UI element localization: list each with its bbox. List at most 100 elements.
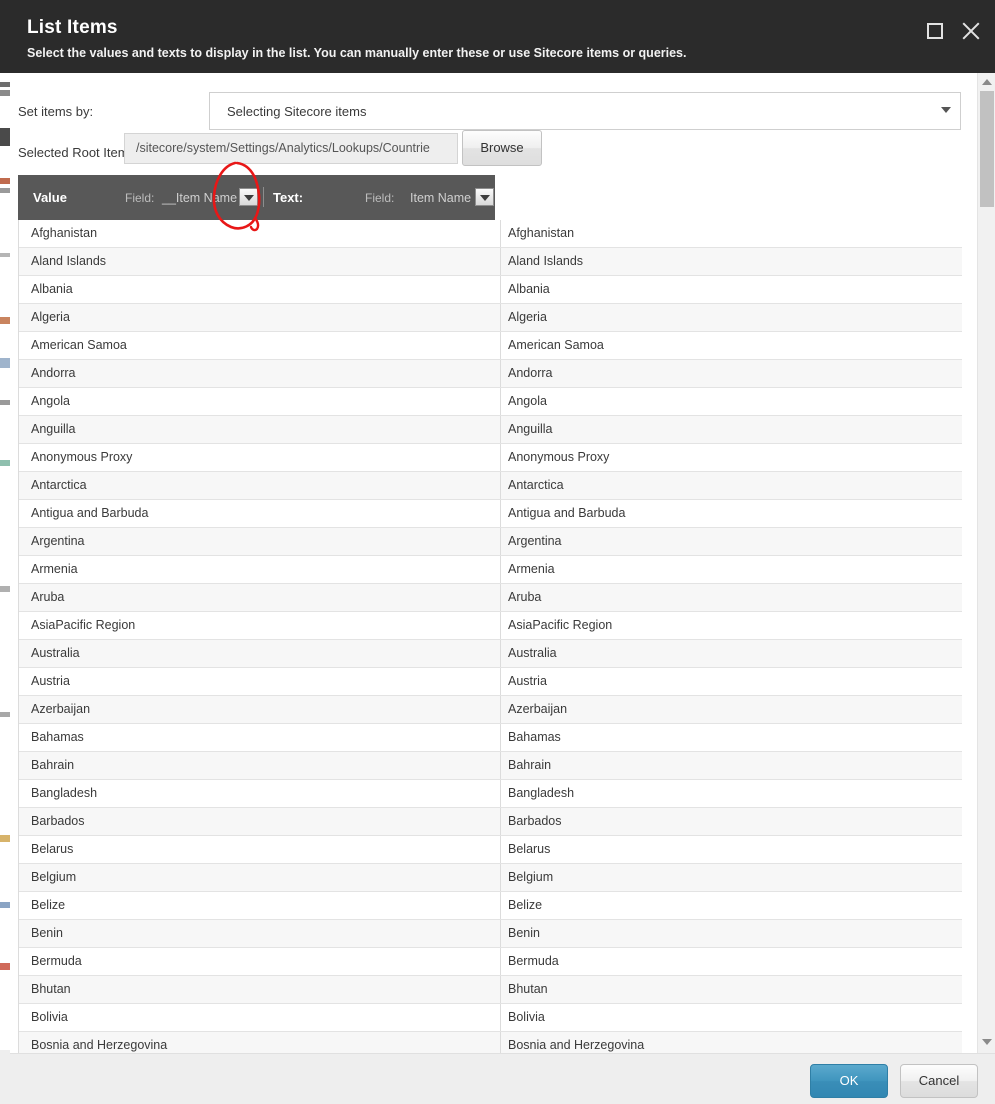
- table-row[interactable]: Algeria Algeria: [19, 304, 962, 332]
- dialog-subtitle: Select the values and texts to display i…: [27, 46, 687, 60]
- table-row[interactable]: Bermuda Bermuda: [19, 948, 962, 976]
- scroll-up-arrow-icon[interactable]: [982, 79, 992, 85]
- table-row[interactable]: Bolivia Bolivia: [19, 1004, 962, 1032]
- cell-text: AsiaPacific Region: [508, 618, 613, 632]
- table-row[interactable]: Argentina Argentina: [19, 528, 962, 556]
- cell-text: Benin: [508, 926, 540, 940]
- table-row[interactable]: Aruba Aruba: [19, 584, 962, 612]
- dialog-footer: OK Cancel: [10, 1053, 995, 1104]
- table-row[interactable]: Benin Benin: [19, 920, 962, 948]
- table-row[interactable]: Bhutan Bhutan: [19, 976, 962, 1004]
- cell-text: Austria: [508, 674, 547, 688]
- maximize-icon[interactable]: [922, 18, 948, 44]
- cell-value: AsiaPacific Region: [31, 618, 136, 632]
- column-divider: [500, 948, 501, 975]
- cell-text: Anguilla: [508, 422, 553, 436]
- table-row[interactable]: Belgium Belgium: [19, 864, 962, 892]
- table-row[interactable]: Anonymous Proxy Anonymous Proxy: [19, 444, 962, 472]
- scrollbar-thumb[interactable]: [980, 91, 994, 207]
- column-divider: [500, 556, 501, 583]
- table-row[interactable]: Albania Albania: [19, 276, 962, 304]
- cancel-button[interactable]: Cancel: [900, 1064, 978, 1098]
- table-row[interactable]: Belize Belize: [19, 892, 962, 920]
- cell-value: Bangladesh: [31, 786, 98, 800]
- cell-text: Bolivia: [508, 1010, 545, 1024]
- cell-value: Albania: [31, 282, 73, 296]
- cell-value: Afghanistan: [31, 226, 98, 240]
- cell-text: Andorra: [508, 366, 553, 380]
- cell-value: Belarus: [31, 842, 74, 856]
- table-row[interactable]: Antarctica Antarctica: [19, 472, 962, 500]
- cell-text: Albania: [508, 282, 550, 296]
- dialog-header: List Items Select the values and texts t…: [10, 0, 995, 73]
- text-field-dropdown[interactable]: [475, 188, 494, 206]
- cell-value: Antarctica: [31, 478, 87, 492]
- table-row[interactable]: Australia Australia: [19, 640, 962, 668]
- scroll-down-arrow-icon[interactable]: [982, 1039, 992, 1045]
- table-row[interactable]: Anguilla Anguilla: [19, 416, 962, 444]
- column-divider: [500, 276, 501, 303]
- column-divider: [500, 1004, 501, 1031]
- selected-root-item-input[interactable]: /sitecore/system/Settings/Analytics/Look…: [124, 133, 458, 164]
- column-divider: [500, 864, 501, 891]
- list-items-dialog: List Items Select the values and texts t…: [0, 0, 995, 1104]
- column-divider: [500, 780, 501, 807]
- items-table[interactable]: Afghanistan Afghanistan Aland Islands Aland…: [18, 220, 962, 1053]
- cell-text: Aruba: [508, 590, 542, 604]
- table-row[interactable]: Azerbaijan Azerbaijan: [19, 696, 962, 724]
- column-divider: [500, 724, 501, 751]
- cell-value: Bahamas: [31, 730, 84, 744]
- background-page-sliver: [0, 0, 10, 1104]
- text-column-header: Text:: [273, 190, 304, 205]
- page-title: List Items: [27, 17, 118, 38]
- close-icon[interactable]: [958, 18, 984, 44]
- column-divider: [500, 920, 501, 947]
- value-field-label: Field:: [125, 191, 155, 205]
- table-row[interactable]: Angola Angola: [19, 388, 962, 416]
- value-field-dropdown[interactable]: [239, 188, 258, 206]
- cell-text: Bhutan: [508, 982, 548, 996]
- cell-value: Armenia: [31, 562, 78, 576]
- column-divider: [500, 836, 501, 863]
- table-row[interactable]: Bahamas Bahamas: [19, 724, 962, 752]
- cell-value: Algeria: [31, 310, 70, 324]
- header-divider: [263, 187, 264, 207]
- table-row[interactable]: Austria Austria: [19, 668, 962, 696]
- column-divider: [500, 416, 501, 443]
- browse-button[interactable]: Browse: [462, 130, 542, 166]
- column-divider: [500, 248, 501, 275]
- table-row[interactable]: AsiaPacific Region AsiaPacific Region: [19, 612, 962, 640]
- table-row[interactable]: Antigua and Barbuda Antigua and Barbuda: [19, 500, 962, 528]
- table-row[interactable]: Bosnia and Herzegovina Bosnia and Herzego…: [19, 1032, 962, 1053]
- column-divider: [500, 388, 501, 415]
- table-row[interactable]: Andorra Andorra: [19, 360, 962, 388]
- table-row[interactable]: Bahrain Bahrain: [19, 752, 962, 780]
- cell-value: Anguilla: [31, 422, 76, 436]
- cell-text: Argentina: [508, 534, 562, 548]
- chevron-down-icon: [480, 195, 490, 201]
- vertical-scrollbar[interactable]: [977, 73, 995, 1053]
- table-row[interactable]: Aland Islands Aland Islands: [19, 248, 962, 276]
- chevron-down-icon: [244, 195, 254, 201]
- column-divider: [500, 304, 501, 331]
- table-row[interactable]: Bangladesh Bangladesh: [19, 780, 962, 808]
- cell-text: Angola: [508, 394, 547, 408]
- grid-header: Value Field: __Item Name Text: Field: It…: [18, 175, 495, 220]
- cell-text: Armenia: [508, 562, 555, 576]
- table-row[interactable]: Barbados Barbados: [19, 808, 962, 836]
- table-row[interactable]: Armenia Armenia: [19, 556, 962, 584]
- set-items-by-select[interactable]: Selecting Sitecore items: [209, 92, 961, 130]
- set-items-by-label: Set items by:: [18, 104, 94, 119]
- ok-button[interactable]: OK: [810, 1064, 888, 1098]
- cell-text: Bosnia and Herzegovina: [508, 1038, 645, 1052]
- column-divider: [500, 976, 501, 1003]
- cell-value: Antigua and Barbuda: [31, 506, 149, 520]
- table-row[interactable]: American Samoa American Samoa: [19, 332, 962, 360]
- cell-text: Bangladesh: [508, 786, 575, 800]
- cell-value: Benin: [31, 926, 63, 940]
- cell-value: Anonymous Proxy: [31, 450, 133, 464]
- cell-text: Aland Islands: [508, 254, 584, 268]
- cell-text: American Samoa: [508, 338, 604, 352]
- table-row[interactable]: Belarus Belarus: [19, 836, 962, 864]
- table-row[interactable]: Afghanistan Afghanistan: [19, 220, 962, 248]
